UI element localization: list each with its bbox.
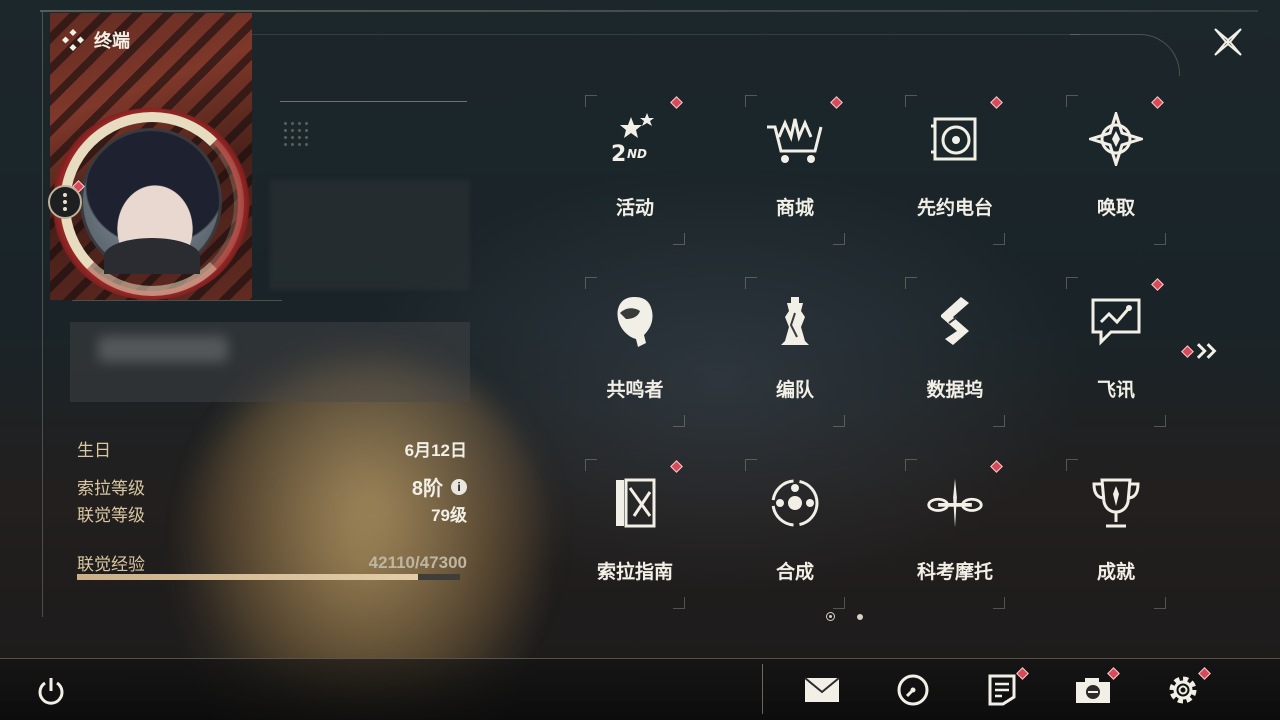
menu-item-shop[interactable]: 商城 [745, 95, 845, 245]
convene-compass-icon [1086, 109, 1146, 169]
menu-item-label: 数据坞 [926, 380, 984, 401]
trophy-icon [1086, 473, 1146, 533]
event-2nd-icon: 2 ND [605, 109, 665, 169]
menu-item-team[interactable]: 编队 [745, 277, 845, 427]
svg-text:ND: ND [627, 147, 647, 161]
power-button[interactable] [34, 673, 68, 709]
menu-item-label: 合成 [775, 562, 814, 583]
radio-icon [925, 109, 985, 169]
decor-line [72, 300, 282, 301]
menu-item-achievement[interactable]: 成就 [1066, 459, 1166, 609]
info-icon[interactable]: i [451, 478, 467, 495]
info-label: 生日 [77, 441, 111, 460]
message-chat-icon [1086, 291, 1146, 351]
info-value-group: 8阶 i [412, 472, 467, 501]
info-row-birthday: 生日 6月12日 [77, 436, 467, 461]
more-options-button[interactable] [48, 185, 82, 219]
exp-progress-fill [77, 574, 418, 580]
avatar-collar [104, 238, 200, 274]
menu-item-label: 共鸣者 [606, 380, 664, 401]
close-icon [1214, 28, 1242, 56]
info-value: 42110/47300 [368, 552, 467, 572]
menu-item-label: 飞讯 [1096, 380, 1135, 401]
page-dot[interactable] [857, 613, 863, 620]
info-value: 6月12日 [404, 441, 467, 460]
page-title-text: 终端 [94, 31, 130, 51]
menu-item-label: 唤取 [1096, 198, 1135, 219]
menu-item-guidebook[interactable]: 索拉指南 [585, 459, 685, 609]
notice-icon [988, 674, 1016, 706]
double-chevron-right-icon [1196, 343, 1217, 359]
blurred-region [270, 180, 470, 290]
page-dot-active[interactable] [826, 612, 835, 621]
info-row-sola-level: 索拉等级 8阶 i [77, 472, 467, 501]
page-title: 终端 [62, 27, 130, 53]
motorcycle-icon [925, 473, 985, 533]
menu-item-resonator[interactable]: 共鸣者 [585, 277, 685, 427]
menu-item-synthesis[interactable]: 合成 [745, 459, 845, 609]
settings-gear-icon [1169, 676, 1197, 704]
info-label: 联觉经验 [77, 555, 145, 574]
next-page-button[interactable] [1180, 340, 1222, 362]
resonator-head-icon [605, 291, 665, 351]
team-chess-icon [765, 291, 825, 351]
menu-item-event[interactable]: 2 ND 活动 [585, 95, 685, 245]
menu-item-message[interactable]: 飞讯 [1066, 277, 1166, 427]
notice-button[interactable] [982, 667, 1029, 710]
menu-item-label: 索拉指南 [596, 562, 673, 583]
guidebook-icon [605, 473, 665, 533]
close-button[interactable] [1208, 22, 1248, 62]
frame-left-line [42, 12, 43, 617]
synthesis-icon [765, 473, 825, 533]
exp-progress-bar [77, 574, 460, 580]
menu-item-label: 先约电台 [916, 198, 993, 219]
frame-inner-line [250, 34, 1080, 35]
menu-item-data-bank[interactable]: 数据坞 [905, 277, 1005, 427]
info-label: 索拉等级 [77, 479, 145, 498]
power-icon [38, 678, 64, 705]
clock-icon [897, 674, 929, 706]
frame-arc [1070, 34, 1180, 76]
terminal-diamond-icon [62, 29, 84, 51]
data-bank-icon [925, 291, 985, 351]
frame-top-line [40, 10, 1258, 12]
menu-item-label: 商城 [775, 198, 814, 219]
menu-item-motorcycle[interactable]: 科考摩托 [905, 459, 1005, 609]
decor-line [280, 101, 467, 102]
more-dots-icon [63, 192, 67, 213]
menu-item-label: 活动 [615, 198, 654, 219]
info-row-union-exp: 联觉经验 42110/47300 [77, 550, 467, 575]
next-page-badge [1181, 344, 1194, 358]
menu-item-radio[interactable]: 先约电台 [905, 95, 1005, 245]
mail-icon [804, 677, 840, 702]
menu-item-label: 科考摩托 [916, 562, 993, 583]
info-value: 79级 [431, 506, 467, 525]
clock-button[interactable] [893, 670, 933, 710]
bottom-bar-separator [762, 664, 763, 714]
settings-button[interactable] [1163, 667, 1211, 710]
svg-text:2: 2 [611, 142, 626, 167]
camera-button[interactable] [1073, 667, 1120, 710]
info-label: 联觉等级 [77, 506, 145, 525]
info-row-union-level: 联觉等级 79级 [77, 501, 467, 526]
camera-icon [1076, 678, 1110, 703]
shop-cart-icon [765, 109, 825, 169]
mail-button[interactable] [802, 670, 842, 710]
decor-dot-grid [282, 120, 310, 148]
menu-item-label: 成就 [1096, 562, 1135, 583]
page-indicator [826, 612, 863, 621]
player-name-blurred [70, 322, 470, 402]
menu-item-convene[interactable]: 唤取 [1066, 95, 1166, 245]
menu-item-label: 编队 [775, 380, 814, 401]
info-value: 8阶 [411, 478, 443, 500]
